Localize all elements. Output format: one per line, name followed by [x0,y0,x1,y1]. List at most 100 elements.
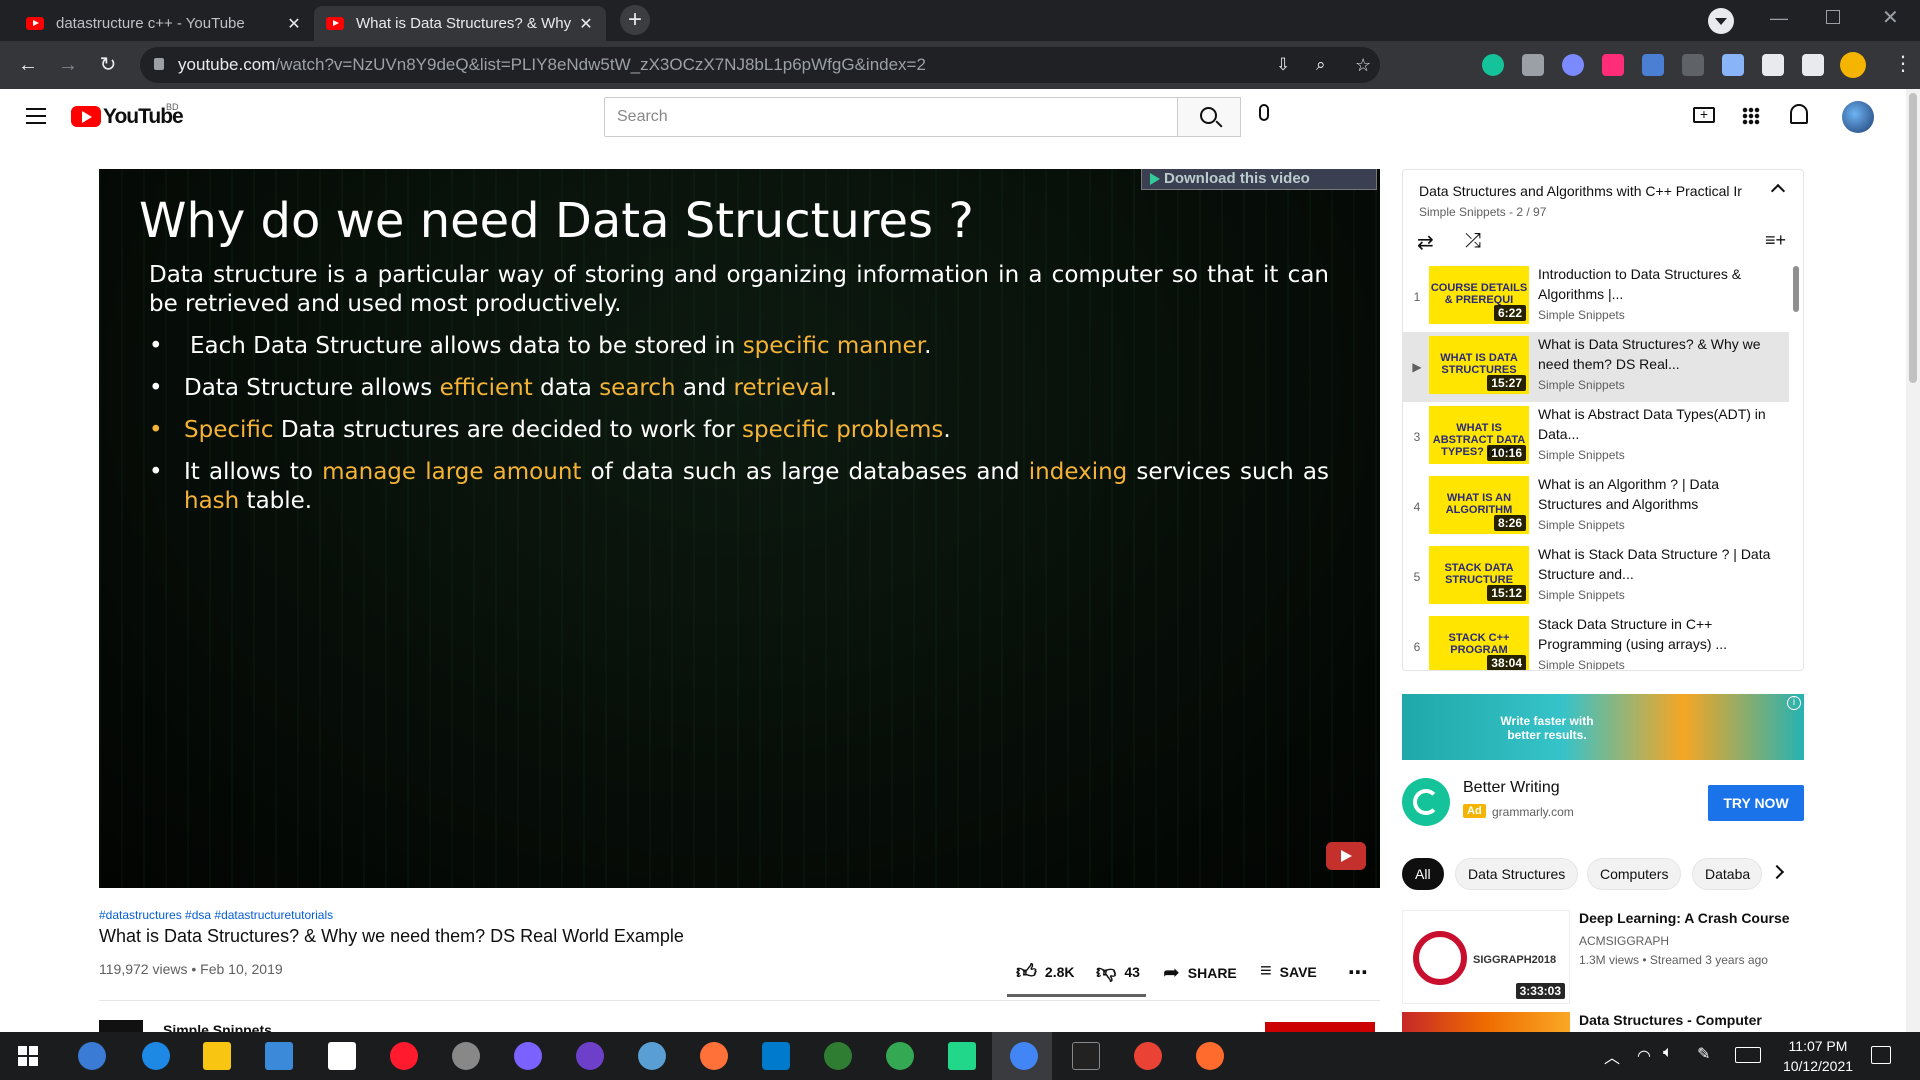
address-bar[interactable]: youtube.com/watch?v=NzUVn8Y9deQ&list=PLI… [140,47,1380,83]
playlist-item[interactable]: 5 STACK DATA STRUCTURE 15:12 What is Stack … [1403,542,1789,612]
subscribe-button[interactable] [1265,1022,1375,1032]
minimize-icon[interactable]: — [1770,8,1788,29]
github-icon[interactable] [576,1042,604,1070]
pen-extension-icon[interactable] [1722,54,1744,76]
app-icon[interactable] [452,1042,480,1070]
hamburger-menu-icon[interactable] [26,108,46,124]
pycharm-icon[interactable] [948,1042,976,1070]
playlist-thumbnail[interactable]: WHAT IS ABSTRACT DATA TYPES? (ADT) 10:16 [1429,406,1529,464]
search-input[interactable]: Search [604,97,1180,137]
playlist-thumbnail[interactable]: COURSE DETAILS & PREREQUI 6:22 [1429,266,1529,324]
file-explorer-icon[interactable] [203,1042,231,1070]
chip-all[interactable]: All [1402,858,1444,890]
playlist-item-title[interactable]: Introduction to Data Structures & Algori… [1538,264,1778,304]
playlist-thumbnail[interactable]: WHAT IS DATA STRUCTURES 15:27 [1429,336,1529,394]
notification-center-icon[interactable] [1871,1046,1891,1064]
app-icon[interactable] [824,1042,852,1070]
new-tab-button[interactable]: + [620,5,650,35]
account-avatar[interactable] [1842,101,1874,133]
youtube-watermark-icon[interactable] [1326,842,1366,870]
reload-icon[interactable]: ↻ [94,51,122,79]
star-icon[interactable]: ☆ [1355,47,1371,83]
chevron-up-icon[interactable]: ︿ [1604,1044,1620,1068]
save-button[interactable]: ≡ SAVE [1260,960,1317,983]
collapse-chevron-icon[interactable] [1770,183,1786,199]
loop-icon[interactable]: ⇄ [1417,230,1434,255]
play-extension-icon[interactable] [1602,54,1624,76]
close-tab-icon[interactable]: ✕ [578,14,594,34]
close-window-icon[interactable]: ✕ [1882,5,1899,30]
apps-grid-icon[interactable] [1742,107,1760,125]
shuffle-icon[interactable]: ⤮ [1465,230,1481,253]
create-video-icon[interactable]: + [1693,107,1715,123]
chip-computers[interactable]: Computers [1587,858,1682,890]
channel-avatar[interactable] [99,1020,143,1032]
related-title[interactable]: Deep Learning: A Crash Course [1579,910,1790,926]
media-queue-icon[interactable] [1802,54,1824,76]
dislike-button[interactable]: 👎︎ 43 [1096,960,1140,984]
app-icon[interactable] [638,1042,666,1070]
browser-tab[interactable]: datastructure c++ - YouTube ✕ [14,6,314,41]
playlist-item[interactable]: 6 STACK C++ PROGRAM 38:04 Stack Data Struct… [1403,612,1789,670]
messenger-icon[interactable] [514,1042,542,1070]
download-video-banner[interactable]: Download this video [1141,169,1377,190]
terminal-icon[interactable] [1072,1042,1100,1070]
notifications-bell-icon[interactable] [1790,104,1808,124]
playlist-item-title[interactable]: What is Abstract Data Types(ADT) in Data… [1538,404,1778,444]
install-icon[interactable]: ⇩ [1276,47,1290,83]
playlist-item-title[interactable]: Stack Data Structure in C++ Programming … [1538,614,1778,654]
volume-icon[interactable]: 🔈︎ [1663,1044,1673,1062]
ad-title[interactable]: Better Writing [1463,779,1560,797]
download-extension-icon[interactable] [1642,54,1664,76]
zoom-icon[interactable]: ⌕ [1316,47,1326,83]
clock-date[interactable]: 10/12/2021 [1776,1058,1860,1074]
store-icon[interactable] [265,1042,293,1070]
maximize-icon[interactable] [1826,10,1840,24]
add-to-playlist-icon[interactable]: ≡+ [1765,230,1786,251]
pen-icon[interactable]: ✎ [1697,1044,1710,1064]
playlist-thumbnail[interactable]: STACK DATA STRUCTURE 15:12 [1429,546,1529,604]
grammarly-extension-icon[interactable] [1482,54,1504,76]
edge-icon[interactable] [142,1042,170,1070]
video-player[interactable]: Download this video Why do we need Data … [99,169,1380,888]
grammarly-logo[interactable] [1402,778,1450,826]
like-button[interactable]: 👍︎ 2.8K [1016,960,1074,984]
puzzle-extensions-icon[interactable] [1762,54,1784,76]
playlist-thumbnail[interactable]: WHAT IS AN ALGORITHM 8:26 [1429,476,1529,534]
page-scrollbar[interactable] [1906,89,1920,1032]
playlist-item[interactable]: 4 WHAT IS AN ALGORITHM 8:26 What is an Algo… [1403,472,1789,542]
ad-banner-image[interactable]: Write faster with better results. i [1402,694,1804,760]
playlist-thumbnail[interactable]: STACK C++ PROGRAM 38:04 [1429,616,1529,670]
forward-arrow-icon[interactable]: → [54,51,82,79]
extension-icon[interactable] [1562,54,1584,76]
share-button[interactable]: ➦ SHARE [1163,960,1237,985]
scrollbar-thumb[interactable] [1909,93,1917,383]
app-icon[interactable] [1196,1042,1224,1070]
wifi-icon[interactable]: ◠ [1637,1046,1651,1066]
kebab-menu-icon[interactable]: ⋮ [1893,51,1913,76]
playlist-item-title[interactable]: What is Data Structures? & Why we need t… [1538,334,1778,374]
chip-databases[interactable]: Databa [1692,858,1762,890]
browser-tab-active[interactable]: What is Data Structures? & Why ✕ [314,6,606,41]
tab-search-button[interactable] [1708,8,1734,34]
chevron-right-icon[interactable] [1769,864,1785,880]
chip-data-structures[interactable]: Data Structures [1455,858,1579,890]
related-channel[interactable]: ACMSIGGRAPH [1579,934,1669,948]
playlist-item[interactable]: 1 COURSE DETAILS & PREREQUI 6:22 Introducti… [1403,262,1789,332]
camera-extension-icon[interactable] [1522,54,1544,76]
windows-start-icon[interactable] [18,1046,38,1066]
playlist-item[interactable]: 3 WHAT IS ABSTRACT DATA TYPES? (ADT) 10:16… [1403,402,1789,472]
related-title[interactable]: Data Structures - Computer [1579,1012,1762,1028]
playlist-item[interactable]: ▶ WHAT IS DATA STRUCTURES 15:27 What is Dat… [1403,332,1789,402]
playlist-scrollbar[interactable] [1793,266,1799,312]
channel-name[interactable]: Simple Snippets [163,1022,272,1032]
firefox-icon[interactable] [700,1042,728,1070]
close-tab-icon[interactable]: ✕ [286,14,302,34]
mail-icon[interactable] [328,1042,356,1070]
more-actions-icon[interactable]: ⋯ [1348,960,1368,985]
ad-info-icon[interactable]: i [1787,696,1801,710]
related-thumbnail[interactable] [1402,1012,1570,1032]
microphone-icon[interactable] [1259,104,1269,121]
playlist-item-title[interactable]: What is Stack Data Structure ? | Data St… [1538,544,1778,584]
youtube-logo-icon[interactable] [71,106,101,127]
